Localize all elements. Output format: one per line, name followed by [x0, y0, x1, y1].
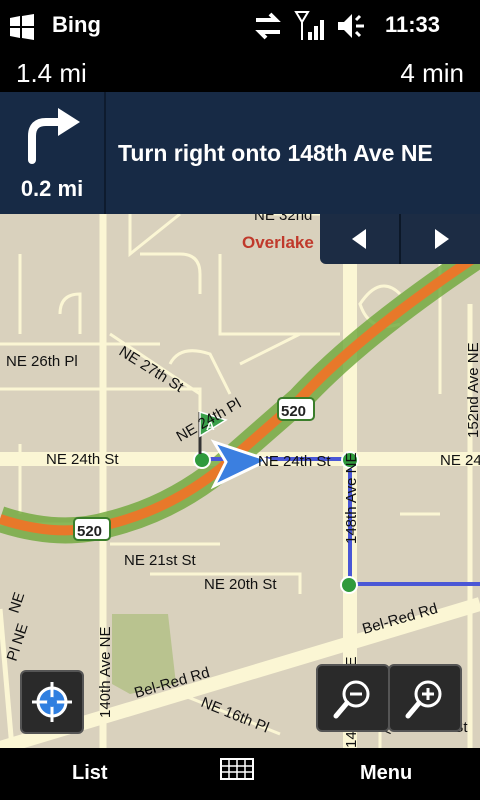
route-node	[193, 451, 211, 469]
list-button[interactable]: List	[72, 762, 108, 785]
chevron-left-icon	[352, 229, 366, 249]
street-label: NE 24th Pl	[174, 395, 245, 446]
app-title: Bing	[52, 12, 101, 37]
street-label: NE 24	[440, 452, 480, 469]
status-bar: Bing 11:33	[0, 0, 480, 52]
highway-shield: 520	[73, 517, 111, 541]
zoom-in-button[interactable]	[388, 664, 462, 732]
street-label: NE 24th St	[258, 453, 331, 470]
step-pager	[320, 214, 480, 264]
previous-step-button[interactable]	[320, 214, 401, 264]
chevron-right-icon	[435, 229, 449, 249]
zoom-out-button[interactable]	[316, 664, 390, 732]
volume-icon	[338, 14, 364, 38]
street-label: NE 21st St	[124, 552, 197, 569]
map-view[interactable]: A 520 520 Overlake NE 32nd NE 26th Pl NE…	[0, 214, 480, 748]
remaining-time: 4 min	[400, 58, 464, 88]
zoom-out-icon	[333, 680, 370, 719]
svg-text:520: 520	[281, 403, 306, 420]
maneuver-box: 0.2 mi	[0, 92, 106, 214]
route-node	[340, 576, 358, 594]
street-label: 148th Ave NE	[343, 453, 360, 544]
signal-icon	[294, 11, 324, 40]
street-label: NE	[6, 590, 29, 615]
street-label: NE 20th St	[204, 576, 277, 593]
street-label: Pl NE	[4, 622, 32, 664]
street-label: 140th Ave NE	[97, 627, 114, 718]
turn-right-arrow-icon	[28, 108, 80, 164]
keyboard-icon[interactable]	[220, 758, 254, 784]
street-label: NE 16th Pl	[199, 694, 272, 737]
data-transfer-icon	[255, 12, 281, 40]
remaining-distance: 1.4 mi	[16, 58, 87, 88]
locate-me-button[interactable]	[20, 670, 84, 734]
route-line	[202, 457, 480, 586]
instruction-text: Turn right onto 148th Ave NE	[118, 140, 433, 166]
trip-summary: 1.4 mi 4 min	[0, 52, 480, 92]
poi-label: Overlake	[242, 233, 314, 252]
svg-text:520: 520	[77, 523, 102, 540]
menu-button[interactable]: Menu	[360, 762, 412, 785]
street-label: NE 32nd	[254, 214, 312, 224]
highway-shield: 520	[277, 397, 315, 421]
street-label: NE 26th Pl	[6, 353, 78, 370]
turn-instruction-panel[interactable]: 0.2 mi Turn right onto 148th Ave NE	[0, 92, 480, 214]
street-label: NE 24th St	[46, 451, 119, 468]
clock: 11:33	[384, 12, 440, 37]
zoom-in-icon	[405, 680, 442, 719]
step-distance: 0.2 mi	[20, 176, 84, 201]
crosshair-icon	[32, 682, 72, 722]
windows-flag-icon[interactable]	[8, 14, 36, 40]
next-step-button[interactable]	[401, 214, 480, 264]
application-bar: List Menu	[0, 748, 480, 800]
street-label: 152nd Ave NE	[465, 342, 480, 438]
